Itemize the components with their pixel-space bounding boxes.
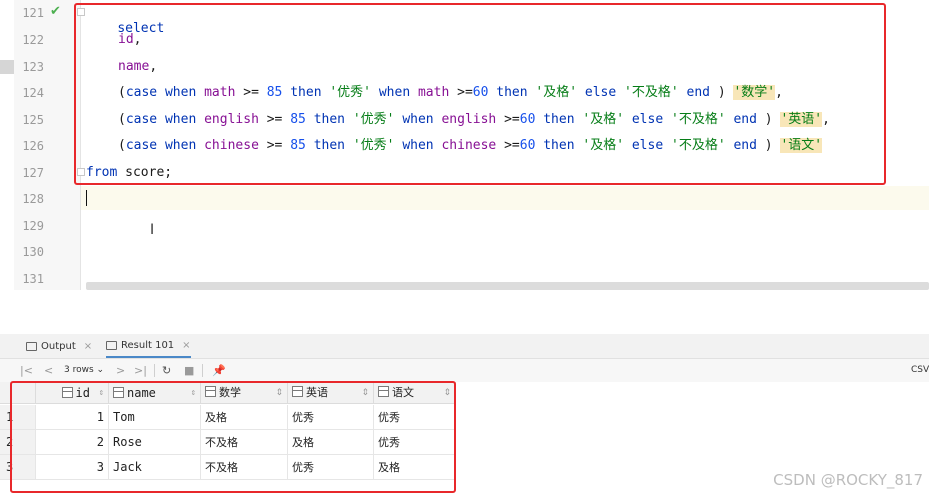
annotation-highlight-box	[10, 381, 456, 493]
annotation-highlight-box	[74, 3, 886, 185]
horizontal-scrollbar[interactable]	[86, 282, 929, 290]
watermark: CSDN @ROCKY_817	[773, 471, 923, 489]
pin-icon[interactable]: 📌	[212, 359, 226, 382]
line-number: 122	[22, 33, 44, 47]
line-number: 126	[22, 139, 44, 153]
tab-label: Output	[41, 340, 76, 352]
left-tool-strip	[0, 0, 14, 290]
line-number: 129	[22, 219, 44, 233]
close-icon[interactable]: ×	[84, 341, 92, 352]
next-page-icon[interactable]: >	[116, 359, 125, 382]
line-number: 125	[22, 113, 44, 127]
toolbar-divider	[202, 364, 203, 377]
line-number: 130	[22, 245, 44, 259]
line-number: 128	[22, 192, 44, 206]
last-page-icon[interactable]: >|	[134, 359, 147, 382]
rows-dropdown[interactable]: 3 rows ⌄	[64, 359, 104, 382]
text-caret	[86, 190, 87, 206]
line-number: 131	[22, 272, 44, 286]
results-tab-bar: Output × Result 101 ×	[0, 334, 929, 359]
bookmark-marker	[0, 60, 14, 74]
first-page-icon[interactable]: |<	[20, 359, 33, 382]
mouse-ibeam-cursor-icon: I	[150, 222, 155, 238]
panel-separator	[0, 290, 929, 334]
line-number: 124	[22, 86, 44, 100]
line-number: 123	[22, 60, 44, 74]
line-number: 121	[22, 6, 44, 20]
export-format-csv[interactable]: CSV	[911, 359, 929, 382]
tab-output[interactable]: Output ×	[26, 334, 92, 358]
rows-count: 3 rows	[64, 365, 94, 375]
chevron-down-icon: ⌄	[96, 365, 105, 375]
execution-success-check-icon: ✔	[50, 4, 61, 19]
stop-icon[interactable]: ■	[184, 359, 194, 382]
tab-result[interactable]: Result 101 ×	[106, 334, 191, 358]
output-icon	[26, 341, 37, 351]
line-number: 127	[22, 166, 44, 180]
refresh-icon[interactable]: ↻	[162, 359, 171, 382]
toolbar-divider	[154, 364, 155, 377]
prev-page-icon[interactable]: <	[44, 359, 53, 382]
tab-label: Result 101	[121, 339, 175, 351]
table-icon	[106, 340, 117, 350]
close-icon[interactable]: ×	[182, 340, 190, 351]
results-toolbar: |< < 3 rows ⌄ > >| ↻ ■ 📌 CSV	[0, 359, 929, 383]
sql-editor[interactable]: 121 122 123 124 125 126 127 128 129 130 …	[0, 0, 929, 290]
current-line-highlight	[81, 186, 929, 210]
